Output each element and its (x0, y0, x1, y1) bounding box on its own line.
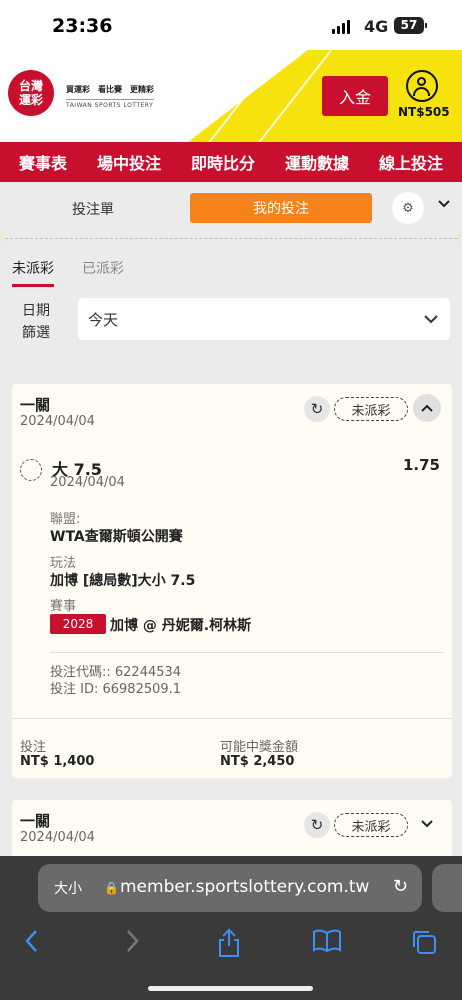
event-name: 加博 @ 丹妮爾.柯林斯 (110, 618, 252, 634)
potential-win-label: 可能中獎金額 (220, 740, 299, 755)
bet-card: 一關 2024/04/04 ↻ 未派彩 大 7.5 2024/04/04 1.7… (12, 384, 452, 778)
lock-icon: 🔒 (104, 881, 119, 895)
bet-id: 投注 ID: 66982509.1 (50, 682, 182, 697)
tab-unsettled[interactable]: 未派彩 (12, 258, 54, 287)
address-bar[interactable]: 大小 🔒 member.sportslottery.com.tw ↻ (38, 864, 422, 912)
logo-slogan: 買運彩 看比賽 更精彩 TAIWAN SPORTS LOTTERY (66, 85, 154, 109)
bet-card: 一關 2024/04/04 ↻ 未派彩 (12, 800, 452, 856)
browser-toolbar (0, 922, 462, 962)
stake-amount: NT$ 1,400 (20, 754, 95, 769)
event-id-badge: 2028 (50, 614, 106, 634)
nav-item-online-betting[interactable]: 線上投注 (379, 150, 443, 174)
network-type: 4G (364, 17, 389, 36)
tab-settled[interactable]: 已派彩 (82, 258, 124, 287)
chevron-down-icon[interactable] (417, 814, 437, 834)
chevron-down-icon (424, 315, 438, 324)
site-header: 台灣 運彩 買運彩 看比賽 更精彩 TAIWAN SPORTS LOTTERY … (0, 50, 462, 142)
date-filter-select[interactable]: 今天 (78, 298, 450, 340)
bet-date: 2024/04/04 (20, 830, 95, 845)
tabs-icon[interactable] (410, 928, 438, 956)
user-account-icon[interactable] (406, 70, 438, 102)
url-text: member.sportslottery.com.tw (120, 877, 370, 897)
bookmarks-icon[interactable] (312, 928, 342, 954)
refresh-icon[interactable]: ↻ (304, 396, 330, 422)
share-icon[interactable] (216, 928, 242, 958)
next-tab-preview[interactable] (432, 864, 462, 912)
clock: 23:36 (52, 15, 113, 37)
chevron-up-icon[interactable] (413, 394, 441, 422)
bet-code: 投注代碼:: 62244534 (50, 665, 182, 680)
selection-status-icon (20, 459, 42, 481)
back-icon[interactable] (22, 928, 42, 954)
bet-date: 2024/04/04 (20, 414, 95, 429)
home-indicator[interactable] (148, 986, 313, 991)
selection-date: 2024/04/04 (50, 475, 125, 490)
chevron-down-icon[interactable] (438, 198, 450, 210)
potential-win-amount: NT$ 2,450 (220, 754, 295, 769)
odds-value: 1.75 (402, 456, 440, 474)
my-bets-content: 未派彩 已派彩 日期 篩選 今天 一關 2024/04/04 ↻ 未派彩 大 7… (0, 244, 462, 856)
sports-lottery-logo[interactable]: 台灣 運彩 (8, 70, 54, 116)
settlement-tabs: 未派彩 已派彩 (12, 258, 124, 287)
nav-item-inplay[interactable]: 場中投注 (97, 150, 161, 174)
status-badge: 未派彩 (334, 397, 408, 421)
bet-type: 一關 (20, 396, 51, 414)
market-name: 加博 [總局數]大小 7.5 (50, 573, 196, 589)
betslip-tabs: 投注單 我的投注 ⚙ (0, 182, 462, 234)
status-badge: 未派彩 (334, 813, 408, 837)
market-label: 玩法 (50, 556, 77, 571)
status-bar: 23:36 4G 57 (0, 0, 462, 50)
ticket-divider (0, 238, 462, 239)
tab-betslip[interactable]: 投注單 (72, 199, 114, 219)
bet-type: 一關 (20, 812, 51, 830)
nav-item-live-scores[interactable]: 即時比分 (191, 150, 255, 174)
date-filter-label: 日期 篩選 (22, 303, 50, 341)
event-label: 賽事 (50, 599, 77, 614)
reload-icon[interactable]: ↻ (393, 876, 408, 897)
forward-icon[interactable] (122, 928, 142, 954)
bet-identifiers: 投注代碼:: 62244534 投注 ID: 66982509.1 (50, 664, 181, 698)
league-name: WTA查爾斯頓公開賽 (50, 529, 183, 545)
account-balance: NT$505 (398, 105, 450, 119)
nav-item-schedule[interactable]: 賽事表 (19, 150, 67, 174)
tab-my-bets[interactable]: 我的投注 (190, 193, 372, 223)
deposit-button[interactable]: 入金 (322, 76, 388, 116)
browser-chrome: 大小 🔒 member.sportslottery.com.tw ↻ (0, 856, 462, 1000)
settings-gear-icon[interactable]: ⚙ (392, 192, 424, 224)
battery-icon: 57 (394, 17, 427, 34)
main-nav: 賽事表 場中投注 即時比分 運動數據 線上投注 (0, 142, 462, 182)
refresh-icon[interactable]: ↻ (304, 812, 330, 838)
nav-item-stats[interactable]: 運動數據 (285, 150, 349, 174)
league-label: 聯盟: (50, 512, 81, 527)
signal-icon (332, 20, 350, 34)
stake-label: 投注 (20, 740, 47, 755)
text-size-button[interactable]: 大小 (54, 878, 82, 898)
